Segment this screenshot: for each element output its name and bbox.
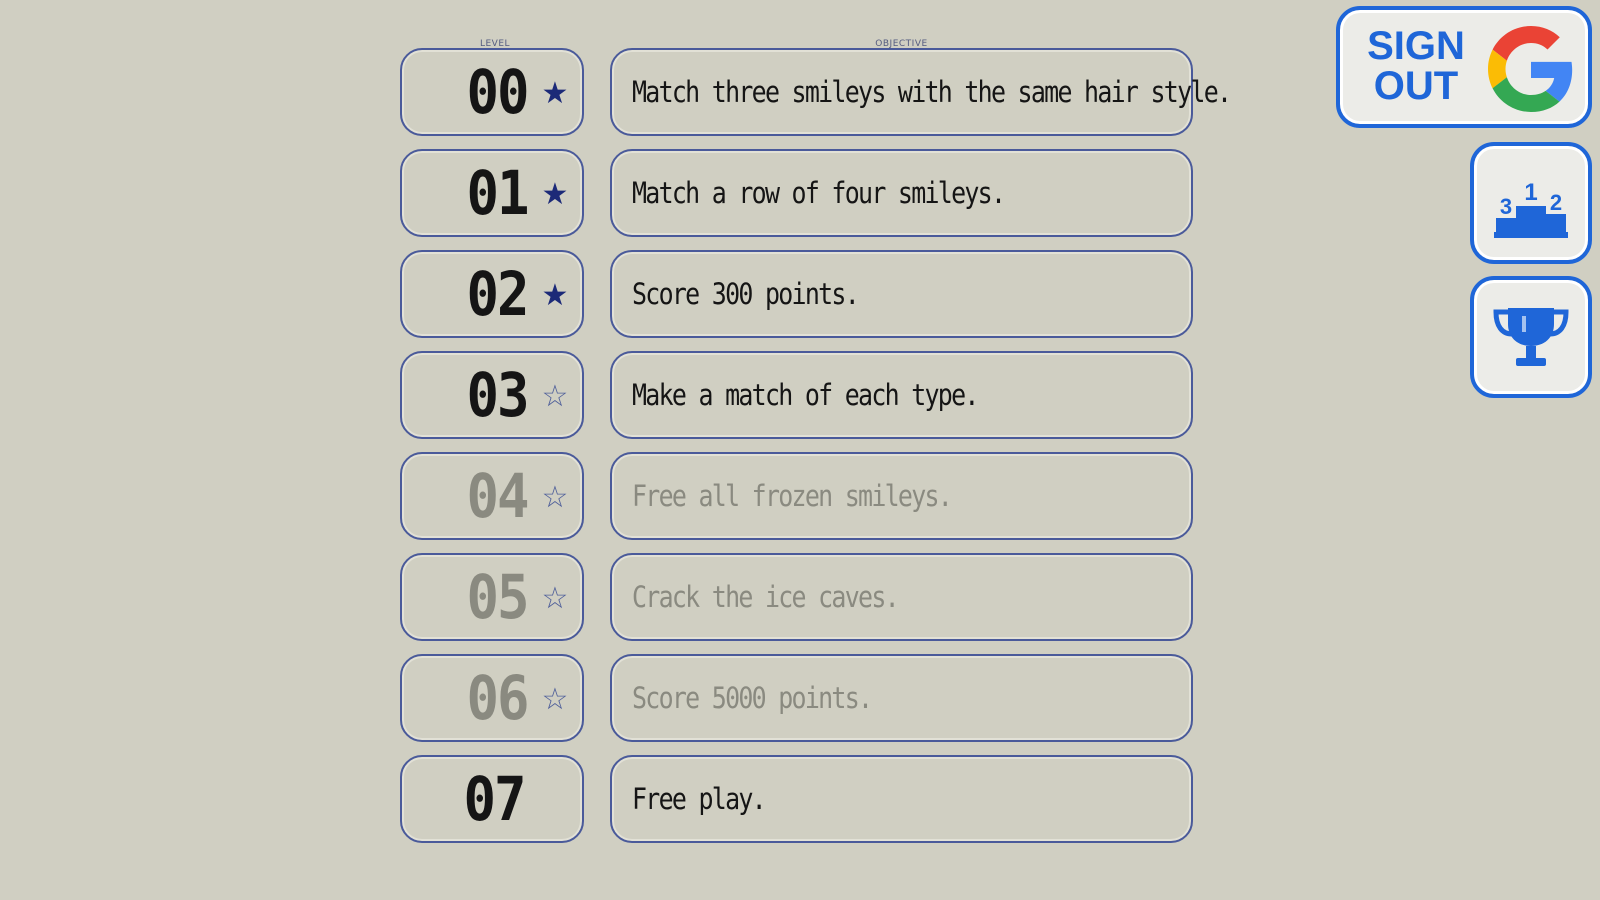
level-number: 07 bbox=[463, 764, 526, 835]
star-outline-icon: ☆ bbox=[541, 682, 569, 717]
level-number-box[interactable]: 02 ★ bbox=[400, 250, 584, 338]
sign-out-label: SIGN OUT bbox=[1366, 26, 1466, 106]
level-number: 02 bbox=[466, 259, 529, 330]
objective-box: Score 5000 points. bbox=[610, 654, 1193, 742]
sign-out-label-line2: OUT bbox=[1373, 64, 1459, 108]
level-number: 01 bbox=[466, 158, 529, 229]
objective-box: Free all frozen smileys. bbox=[610, 452, 1193, 540]
objective-text: Score 5000 points. bbox=[632, 681, 873, 715]
star-filled-icon: ★ bbox=[541, 177, 569, 212]
objective-box[interactable]: Make a match of each type. bbox=[610, 351, 1193, 439]
objective-box[interactable]: Match a row of four smileys. bbox=[610, 149, 1193, 237]
level-number-box[interactable]: 00 ★ bbox=[400, 48, 584, 136]
podium-first-label: 1 bbox=[1524, 179, 1537, 206]
leaderboard-button[interactable]: 1 3 2 bbox=[1470, 142, 1592, 264]
level-number-box: 05 ☆ bbox=[400, 553, 584, 641]
level-number-box: 04 ☆ bbox=[400, 452, 584, 540]
star-outline-icon: ☆ bbox=[541, 379, 569, 414]
star-filled-icon: ★ bbox=[541, 278, 569, 313]
level-number: 05 bbox=[466, 562, 529, 633]
podium-second-label: 2 bbox=[1550, 190, 1562, 215]
objective-text: Match three smileys with the same hair s… bbox=[632, 75, 1232, 109]
level-number-box[interactable]: 01 ★ bbox=[400, 149, 584, 237]
level-number: 03 bbox=[466, 360, 529, 431]
objective-box[interactable]: Score 300 points. bbox=[610, 250, 1193, 338]
level-number-box[interactable]: 07 bbox=[400, 755, 584, 843]
level-number-box: 06 ☆ bbox=[400, 654, 584, 742]
achievements-button[interactable] bbox=[1470, 276, 1592, 398]
level-number: 00 bbox=[466, 57, 529, 128]
google-g-icon bbox=[1488, 26, 1573, 112]
objective-text: Score 300 points. bbox=[632, 277, 860, 311]
sign-out-button[interactable]: SIGN OUT bbox=[1336, 6, 1592, 128]
star-filled-icon: ★ bbox=[541, 76, 569, 111]
objective-text: Make a match of each type. bbox=[632, 378, 979, 412]
objective-text: Match a row of four smileys. bbox=[632, 176, 1006, 210]
podium-icon: 1 3 2 bbox=[1494, 179, 1568, 238]
level-number: 04 bbox=[466, 461, 529, 532]
podium-third-label: 3 bbox=[1500, 194, 1512, 219]
objective-box: Crack the ice caves. bbox=[610, 553, 1193, 641]
trophy-icon bbox=[1493, 308, 1569, 366]
sign-out-label-line1: SIGN bbox=[1367, 24, 1465, 68]
objective-text: Crack the ice caves. bbox=[632, 580, 900, 614]
level-number: 06 bbox=[466, 663, 529, 734]
objective-box[interactable]: Match three smileys with the same hair s… bbox=[610, 48, 1232, 136]
star-outline-icon: ☆ bbox=[541, 581, 569, 616]
objective-text: Free all frozen smileys. bbox=[632, 479, 953, 513]
star-outline-icon: ☆ bbox=[541, 480, 569, 515]
objective-box[interactable]: Free play. bbox=[610, 755, 1193, 843]
objective-text: Free play. bbox=[632, 782, 767, 816]
level-number-box[interactable]: 03 ☆ bbox=[400, 351, 584, 439]
